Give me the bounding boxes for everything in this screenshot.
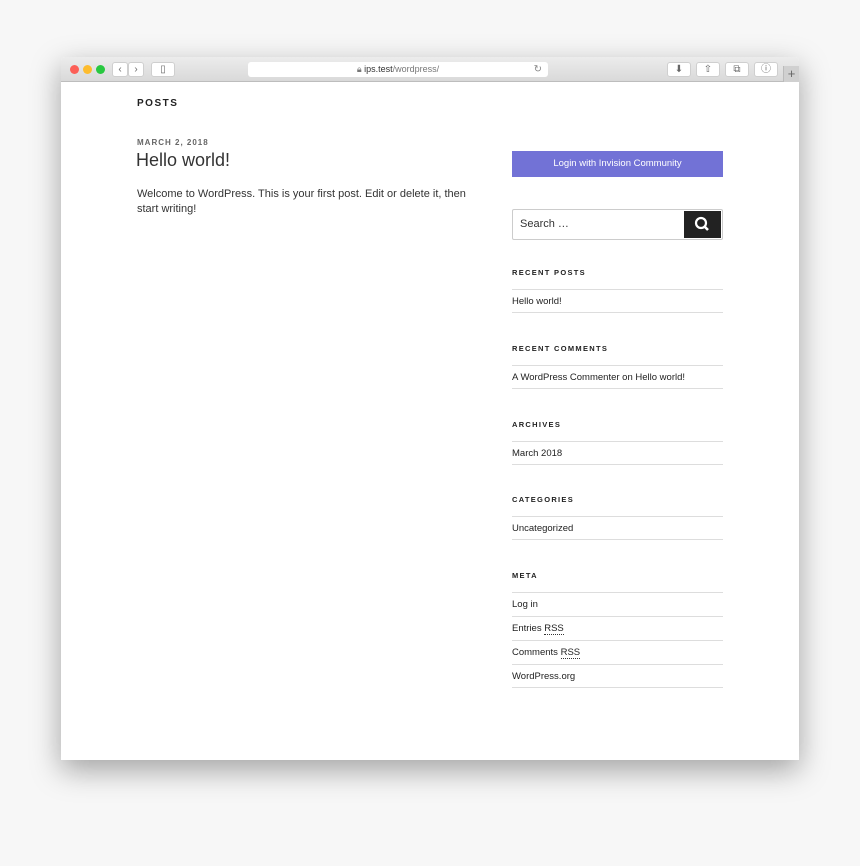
maximize-button[interactable] xyxy=(96,65,105,74)
post-date[interactable]: MARCH 2, 2018 xyxy=(137,138,209,147)
widget-categories: CATEGORIES Uncategorized xyxy=(512,495,723,540)
search-form: Search … xyxy=(512,209,723,240)
address-bar[interactable]: 🔒︎ ips.test/wordpress/↻ xyxy=(248,62,548,77)
meta-comments-rss-link[interactable]: Comments RSS xyxy=(512,640,723,664)
login-invision-button[interactable]: Login with Invision Community xyxy=(512,151,723,177)
post-body: Welcome to WordPress. This is your first… xyxy=(137,188,466,215)
sidebar-icon[interactable]: ▯ xyxy=(151,62,175,77)
new-tab-icon[interactable]: + xyxy=(783,66,799,82)
forward-icon[interactable]: › xyxy=(128,62,144,77)
close-button[interactable] xyxy=(70,65,79,74)
widget-title: META xyxy=(512,571,538,580)
widget-title: RECENT POSTS xyxy=(512,268,586,277)
share-icon[interactable]: ⇧ xyxy=(696,62,720,77)
meta-login-link[interactable]: Log in xyxy=(512,592,723,616)
list-item[interactable]: March 2018 xyxy=(512,441,723,465)
search-button[interactable] xyxy=(684,211,721,238)
list-item: A WordPress Commenter on Hello world! xyxy=(512,365,723,389)
tabs-icon[interactable]: ⧉ xyxy=(725,62,749,77)
download-icon[interactable]: ⬇ xyxy=(667,62,691,77)
browser-window: ‹ › ▯ 🔒︎ ips.test/wordpress/↻ ⬇ ⇧ ⧉ ⓘ + … xyxy=(61,57,799,760)
meta-entries-rss-link[interactable]: Entries RSS xyxy=(512,616,723,640)
browser-toolbar: ‹ › ▯ 🔒︎ ips.test/wordpress/↻ ⬇ ⇧ ⧉ ⓘ + xyxy=(61,57,799,82)
search-input[interactable]: Search … xyxy=(520,218,569,230)
search-icon xyxy=(694,216,709,231)
widget-archives: ARCHIVES March 2018 xyxy=(512,420,723,465)
widget-title: ARCHIVES xyxy=(512,420,562,429)
widget-meta: META Log in Entries RSS Comments RSS Wor… xyxy=(512,571,723,688)
post-title[interactable]: Hello world! xyxy=(136,150,230,171)
info-icon[interactable]: ⓘ xyxy=(754,62,778,77)
widget-title: RECENT COMMENTS xyxy=(512,344,609,353)
widget-title: CATEGORIES xyxy=(512,495,575,504)
list-item[interactable]: Hello world! xyxy=(512,289,723,313)
list-item[interactable]: Uncategorized xyxy=(512,516,723,540)
comment-post-link[interactable]: Hello world! xyxy=(635,372,685,383)
comment-author-link[interactable]: A WordPress Commenter xyxy=(512,372,620,383)
reload-icon[interactable]: ↻ xyxy=(534,62,542,77)
section-title: POSTS xyxy=(137,98,179,109)
back-icon[interactable]: ‹ xyxy=(112,62,128,77)
meta-wordpress-org-link[interactable]: WordPress.org xyxy=(512,664,723,688)
lock-icon: 🔒︎ xyxy=(356,64,362,74)
widget-recent-posts: RECENT POSTS Hello world! xyxy=(512,268,723,313)
widget-recent-comments: RECENT COMMENTS A WordPress Commenter on… xyxy=(512,344,723,389)
minimize-button[interactable] xyxy=(83,65,92,74)
